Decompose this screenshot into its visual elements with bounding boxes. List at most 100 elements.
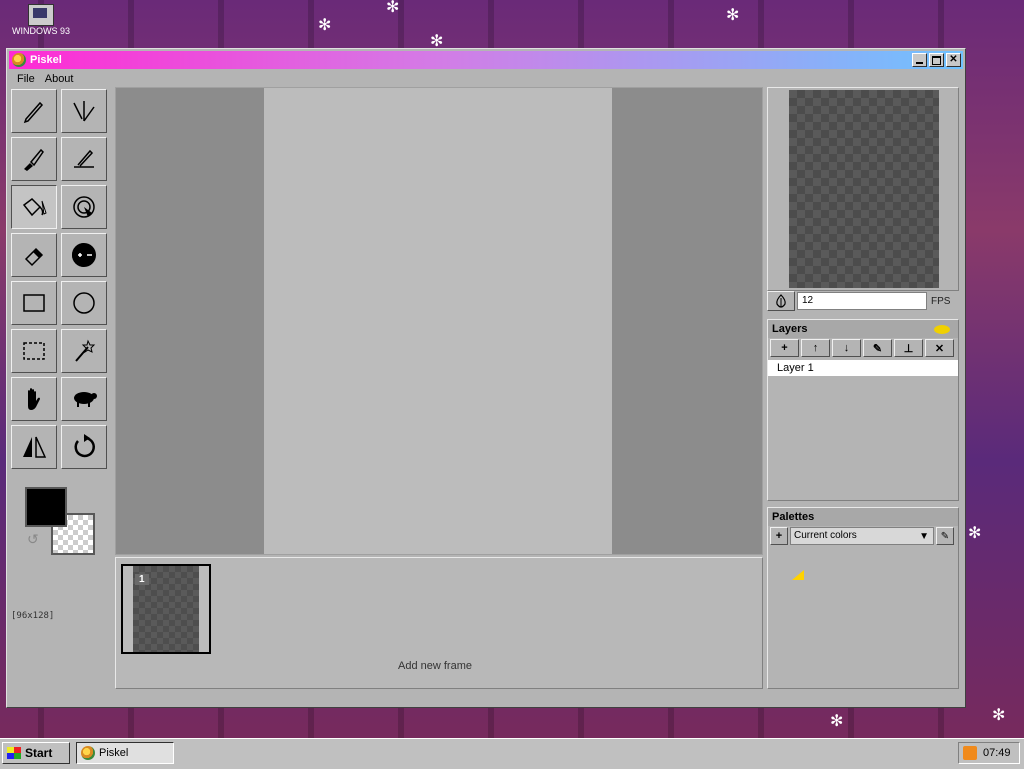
move-layer-up-button[interactable]: ↑ [801, 339, 830, 357]
palette-select[interactable]: Current colors ▼ [790, 527, 934, 545]
drawing-canvas[interactable] [264, 88, 612, 554]
minimize-button[interactable] [912, 53, 927, 67]
delete-layer-button[interactable]: ✕ [925, 339, 954, 357]
brush-icon [24, 148, 44, 171]
eraser-icon [24, 247, 44, 267]
snowflake-icon: ✻ [726, 7, 740, 24]
snowflake-icon: ✻ [830, 713, 844, 730]
rotate-icon [74, 434, 95, 458]
menu-file[interactable]: File [17, 73, 35, 85]
taskbar-app-label: Piskel [99, 747, 129, 759]
layer-visibility-icon[interactable] [934, 325, 950, 334]
palette-color-swatch[interactable] [792, 570, 804, 580]
stroke-tool[interactable] [61, 137, 107, 181]
computer-icon [28, 4, 54, 26]
desktop-icon-label: WINDOWS 93 [11, 26, 70, 36]
lighten-darken-tool[interactable] [61, 233, 107, 277]
flip-tool[interactable] [11, 425, 57, 469]
palettes-header: Palettes [768, 508, 958, 526]
window-title: Piskel [30, 54, 62, 66]
desktop-icon-windows93[interactable]: WINDOWS 93 [6, 4, 76, 36]
layer-item[interactable]: Layer 1 [768, 360, 958, 376]
menubar: File About [11, 71, 73, 87]
edit-palette-button[interactable]: ✎ [936, 527, 954, 545]
circle-tool[interactable] [61, 281, 107, 325]
mirror-pen-icon [73, 101, 95, 122]
lighten-darken-icon [72, 243, 96, 267]
swap-colors-icon[interactable]: ↺ [27, 531, 43, 547]
rename-layer-button[interactable]: ✎ [863, 339, 892, 357]
piskel-app-icon [81, 746, 95, 760]
fps-row: 12 FPS [767, 291, 959, 311]
circle-icon [73, 292, 95, 314]
snowflake-icon: ✻ [386, 0, 400, 16]
primary-color-swatch[interactable] [25, 487, 67, 527]
animation-preview [767, 87, 959, 291]
shape-selection-tool[interactable] [61, 377, 107, 421]
color-selector: ↺ [25, 487, 101, 559]
move-tool[interactable] [11, 377, 57, 421]
paint-bucket-tool-alt[interactable] [11, 137, 57, 181]
add-palette-button[interactable]: + [770, 527, 788, 545]
onion-skin-button[interactable] [767, 291, 795, 311]
layer-toolbar: + ↑ ↓ ✎ ⊥ ✕ [768, 338, 958, 358]
line-pen-icon [74, 149, 94, 168]
frame-number: 1 [135, 574, 149, 585]
vertical-mirror-pen-tool[interactable] [61, 89, 107, 133]
merge-layer-button[interactable]: ⊥ [894, 339, 923, 357]
snowflake-icon: ✻ [968, 525, 982, 542]
hand-icon [28, 388, 40, 410]
rectangle-tool[interactable] [11, 281, 57, 325]
fps-label: FPS [931, 295, 951, 307]
rectangle-icon [23, 294, 45, 312]
window-titlebar[interactable]: Piskel ✕ [9, 51, 963, 69]
rectangle-selection-tool[interactable] [11, 329, 57, 373]
frames-strip: 1 Add new frame [115, 557, 763, 689]
system-tray: 07:49 [958, 742, 1020, 764]
move-layer-down-button[interactable]: ↓ [832, 339, 861, 357]
paint-all-same-color-tool[interactable] [61, 185, 107, 229]
pen-tool[interactable] [11, 89, 57, 133]
maximize-button[interactable] [929, 53, 944, 67]
layers-title: Layers [772, 323, 808, 335]
chevron-down-icon: ▼ [919, 531, 929, 542]
pencil-icon [23, 101, 44, 124]
add-layer-button[interactable]: + [770, 339, 799, 357]
rss-icon[interactable] [963, 746, 977, 760]
frame-thumbnail[interactable]: 1 [121, 564, 211, 654]
palette-controls: + Current colors ▼ ✎ [768, 526, 958, 546]
onion-icon [776, 294, 786, 308]
fps-input[interactable]: 12 [797, 292, 927, 310]
sheep-icon [74, 392, 97, 407]
selection-icon [23, 342, 45, 360]
snowflake-icon: ✻ [992, 707, 1006, 724]
drawing-stage [115, 87, 763, 555]
bucket-icon [22, 198, 47, 217]
preview-canvas [789, 90, 939, 288]
menu-about[interactable]: About [45, 73, 74, 85]
clock: 07:49 [983, 747, 1011, 759]
palette-select-value: Current colors [794, 530, 857, 541]
start-button[interactable]: Start [2, 742, 70, 764]
flip-icon [23, 436, 47, 458]
layers-header: Layers [768, 320, 958, 338]
canvas-size-label: [96x128] [11, 611, 55, 621]
magic-wand-tool[interactable] [61, 329, 107, 373]
wand-icon [75, 339, 96, 362]
layers-panel: Layers + ↑ ↓ ✎ ⊥ ✕ Layer 1 [767, 319, 959, 501]
add-new-frame-button[interactable]: Add new frame [398, 660, 472, 672]
windows-logo-icon [7, 747, 21, 759]
eraser-tool[interactable] [11, 233, 57, 277]
rotate-tool[interactable] [61, 425, 107, 469]
snowflake-icon: ✻ [318, 17, 332, 34]
taskbar: Start Piskel 07:49 [0, 738, 1024, 769]
piskel-window: Piskel ✕ File About ↺ [96x128] 1 Add new… [6, 48, 966, 708]
taskbar-piskel-button[interactable]: Piskel [76, 742, 174, 764]
palettes-title: Palettes [772, 511, 815, 523]
start-label: Start [25, 746, 53, 760]
piskel-app-icon [12, 53, 26, 67]
magic-bucket-icon [73, 196, 95, 218]
paint-bucket-tool[interactable] [11, 185, 57, 229]
palettes-panel: Palettes + Current colors ▼ ✎ [767, 507, 959, 689]
close-button[interactable]: ✕ [946, 53, 961, 67]
